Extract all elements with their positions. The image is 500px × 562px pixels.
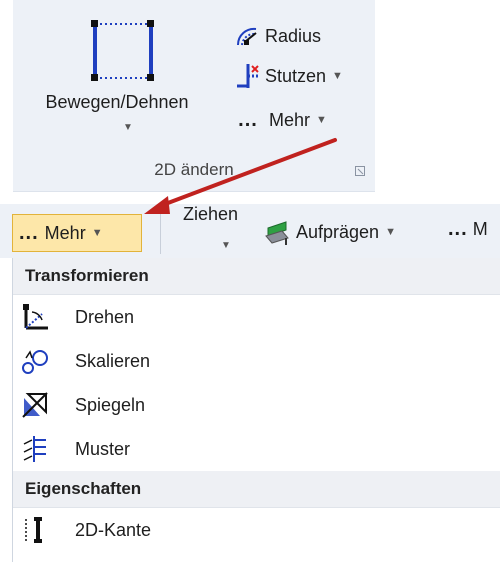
menu-item-2d-edge[interactable]: 2D-Kante [13,508,500,552]
menu-item-mirror[interactable]: Spiegeln [13,383,500,427]
group-label: 2D ändern [154,160,234,179]
more-dots-icon: ... [448,218,468,240]
trim-button[interactable]: Stutzen ▼ [231,60,381,92]
radius-icon [231,22,265,50]
chevron-down-icon: ▼ [385,226,396,238]
move-stretch-button[interactable]: Bewegen/Dehnen ▼ [13,2,221,134]
move-stretch-icon [91,20,154,81]
menu-item-label: 2D-Kante [75,519,152,540]
scale-icon [13,343,57,379]
menu-item-label: Skalieren [75,350,151,371]
edge-2d-icon [13,512,57,548]
separator [160,210,161,254]
imprint-icon [265,221,289,245]
trim-icon [231,62,265,90]
chevron-down-icon: ▼ [91,227,103,239]
trim-label: Stutzen [265,65,327,86]
more-label: Mehr [269,109,311,130]
more-dots-icon: ... [19,221,39,244]
radius-button[interactable]: Radius [231,20,381,52]
chevron-down-icon: ▼ [123,122,133,133]
imprint-button[interactable]: Aufprägen ▼ [262,218,396,246]
more-label: Mehr [44,222,86,243]
menu-item-label: Drehen [75,306,135,327]
chevron-down-icon: ▼ [221,240,231,251]
pattern-icon [13,431,57,467]
chevron-down-icon: ▼ [332,70,343,82]
chevron-down-icon: ▼ [316,114,327,126]
rotate-icon [13,299,57,335]
ribbon-group-2d-modify: Bewegen/Dehnen ▼ Radius Stutzen ▼ ... Me… [13,0,375,192]
section-header-properties: Eigenschaften [13,471,500,508]
more-button-right[interactable]: ... M [448,218,488,241]
radius-label: Radius [265,25,322,46]
more-button-top[interactable]: ... Mehr ▼ [231,104,381,136]
more-dots-icon: ... [238,108,258,131]
pull-label: Ziehen [183,204,239,224]
pull-button[interactable]: Ziehen [183,204,238,225]
menu-item-rotate[interactable]: Drehen [13,295,500,339]
menu-item-label: Spiegeln [75,394,146,415]
mirror-icon [13,387,57,423]
more-dropdown-menu: Transformieren Drehen Skalieren Spiegeln… [12,258,500,562]
menu-item-pattern[interactable]: Muster [13,427,500,471]
menu-item-label: Muster [75,438,131,459]
more-label-truncated: M [472,219,488,239]
dialog-launcher-icon[interactable] [355,166,365,176]
more-button[interactable]: ... Mehr ▼ [12,214,142,252]
menu-item-scale[interactable]: Skalieren [13,339,500,383]
imprint-label: Aufprägen [296,221,380,242]
section-header-transform: Transformieren [13,258,500,295]
move-stretch-label: Bewegen/Dehnen [45,92,189,112]
